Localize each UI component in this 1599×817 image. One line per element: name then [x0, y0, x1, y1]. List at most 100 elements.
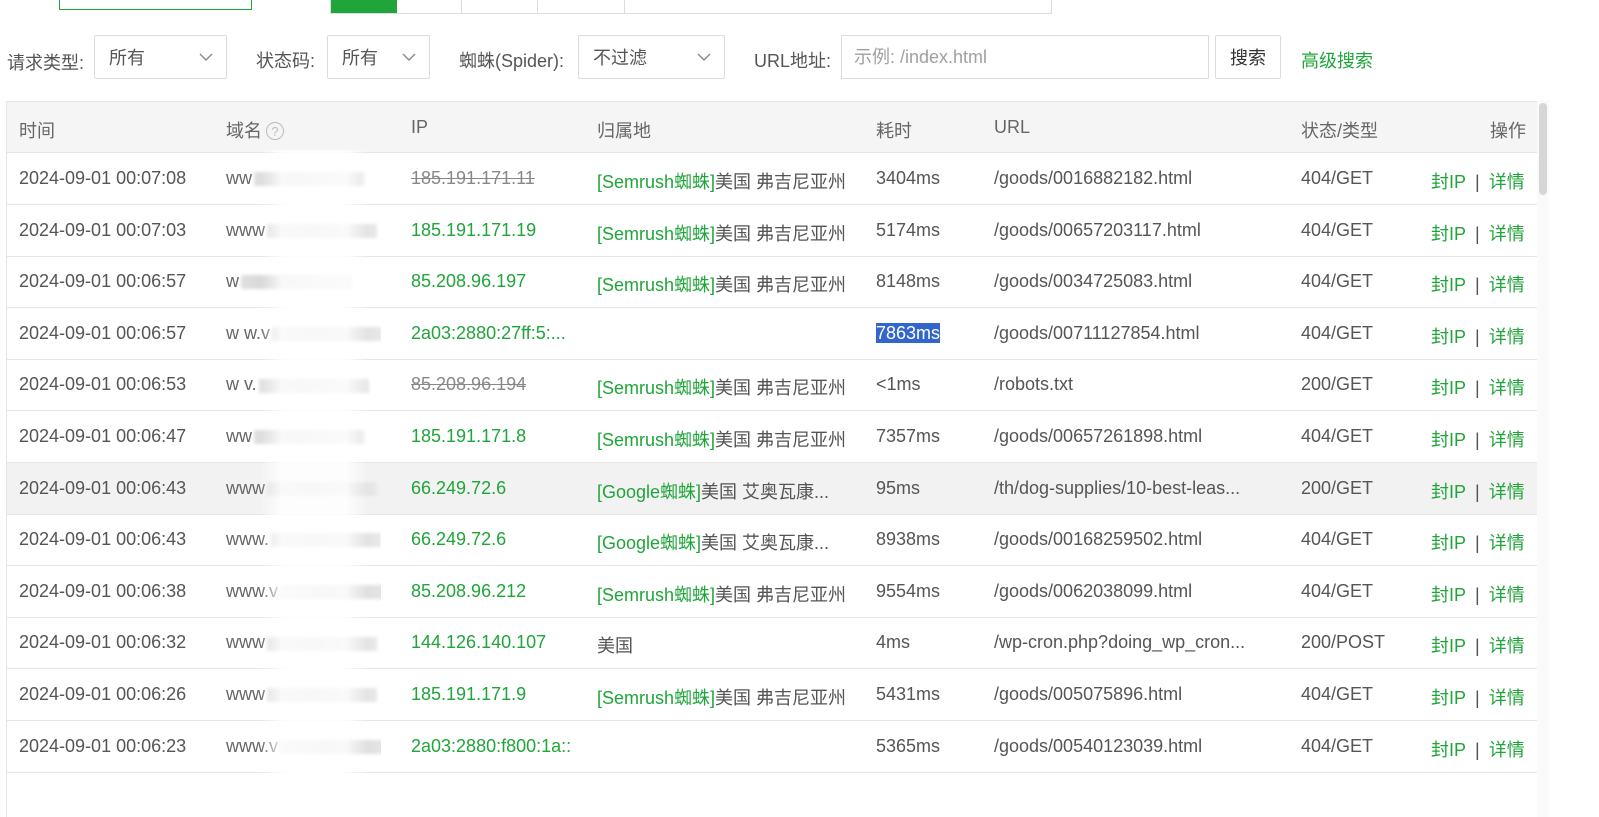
tab[interactable] [538, 0, 625, 13]
ban-ip-link[interactable]: 封IP [1431, 482, 1466, 502]
search-button[interactable]: 搜索 [1215, 35, 1281, 79]
cell-status: 404/GET [1301, 426, 1374, 446]
detail-link[interactable]: 详情 [1489, 224, 1525, 244]
cell-domain-text: www [226, 632, 265, 653]
cell-ip[interactable]: 85.208.96.194 [411, 374, 586, 395]
redacted-block [267, 481, 377, 496]
ban-ip-link[interactable]: 封IP [1431, 688, 1466, 708]
header-ops: 操作 [1490, 121, 1526, 141]
spider-select[interactable]: 不过滤 [578, 35, 725, 79]
detail-link[interactable]: 详情 [1489, 533, 1525, 553]
table-row[interactable]: 2024-09-01 00:06:57 w 85.208.96.197 [Semrus… [7, 256, 1538, 309]
table-row[interactable]: 2024-09-01 00:06:26 www 185.191.171.9 [Semr… [7, 669, 1538, 721]
detail-link[interactable]: 详情 [1489, 327, 1525, 347]
detail-link[interactable]: 详情 [1489, 275, 1525, 295]
cell-ip[interactable]: 185.191.171.11 [411, 168, 586, 189]
table-row[interactable]: 2024-09-01 00:06:38 www.v 85.208.96.212 [Se… [7, 566, 1538, 618]
detail-link[interactable]: 详情 [1489, 430, 1525, 450]
cell-cost: <1ms [876, 374, 921, 395]
log-table: 时间 域名? IP 归属地 耗时 URL 状态/类型 操作 2024-09-01… [6, 101, 1549, 817]
status-code-select[interactable]: 所有 [327, 35, 430, 79]
ban-ip-link[interactable]: 封IP [1431, 275, 1466, 295]
table-row[interactable]: 2024-09-01 00:06:47 ww 185.191.171.8 [Semru… [7, 411, 1538, 463]
cell-ip[interactable]: 2a03:2880:27ff:5:... [411, 323, 586, 344]
request-type-label: 请求类型: [7, 53, 85, 73]
tab-active[interactable] [331, 0, 397, 13]
detail-link[interactable]: 详情 [1489, 740, 1525, 760]
advanced-search-link[interactable]: 高级搜索 [1301, 47, 1373, 73]
cost-text: 4ms [876, 632, 911, 653]
cell-ip[interactable]: 85.208.96.212 [411, 581, 586, 602]
cell-ip[interactable]: 2a03:2880:f800:1a:: [411, 736, 586, 757]
cell-domain: www. [226, 529, 381, 550]
ban-ip-link[interactable]: 封IP [1431, 636, 1466, 656]
vertical-scrollbar[interactable] [1537, 101, 1549, 817]
table-row[interactable]: 2024-09-01 00:06:57 w w.v 2a03:2880:27ff:5… [7, 308, 1538, 360]
url-search-input[interactable] [841, 35, 1209, 79]
cell-ip[interactable]: 185.191.171.9 [411, 684, 586, 705]
ops-separator: | [1475, 688, 1480, 708]
table-row[interactable]: 2024-09-01 00:06:43 www 66.249.72.6 [Google… [7, 462, 1538, 515]
request-type-select[interactable]: 所有 [94, 35, 227, 79]
cell-domain: w [226, 271, 381, 292]
ban-ip-link[interactable]: 封IP [1431, 533, 1466, 553]
cell-cost: 8938ms [876, 529, 940, 550]
cell-ip[interactable]: 85.208.96.197 [411, 271, 586, 292]
ops-separator: | [1475, 326, 1480, 347]
detail-link[interactable]: 详情 [1489, 585, 1525, 605]
ban-ip-link[interactable]: 封IP [1431, 224, 1466, 244]
table-row[interactable]: 2024-09-01 00:07:03 www 185.191.171.19 [Sem… [7, 205, 1538, 257]
detail-link[interactable]: 详情 [1489, 482, 1525, 502]
cell-time: 2024-09-01 00:06:26 [19, 684, 187, 704]
detail-link[interactable]: 详情 [1489, 378, 1525, 398]
cost-text: <1ms [876, 374, 921, 395]
detail-link[interactable]: 详情 [1489, 636, 1525, 656]
help-icon[interactable]: ? [266, 122, 284, 140]
cell-location: [Semrush蜘蛛]美国 弗吉尼亚州 [597, 684, 852, 710]
ops-separator: | [1475, 481, 1480, 502]
header-domain: 域名? [226, 117, 284, 143]
redacted-block [267, 636, 377, 651]
cell-ip[interactable]: 185.191.171.19 [411, 220, 586, 241]
cell-time: 2024-09-01 00:07:03 [19, 219, 187, 240]
tab[interactable] [462, 0, 538, 13]
cell-time: 2024-09-01 00:06:38 [19, 580, 187, 601]
ban-ip-link[interactable]: 封IP [1431, 172, 1466, 192]
cell-ip[interactable]: 185.191.171.8 [411, 426, 586, 447]
cell-status: 404/GET [1301, 735, 1374, 756]
cell-location: [Semrush蜘蛛]美国 弗吉尼亚州 [597, 168, 852, 194]
table-row[interactable]: 2024-09-01 00:06:32 www 144.126.140.107 美国 4… [7, 617, 1538, 670]
detail-link[interactable]: 详情 [1489, 688, 1525, 708]
cell-location: [Semrush蜘蛛]美国 弗吉尼亚州 [597, 220, 852, 246]
cell-domain: w w.v [226, 323, 381, 344]
tab[interactable] [397, 0, 462, 13]
ban-ip-link[interactable]: 封IP [1431, 585, 1466, 605]
cell-ops: 封IP | 详情 [1431, 323, 1525, 349]
cell-ip[interactable]: 66.249.72.6 [411, 478, 586, 499]
cell-cost: 5431ms [876, 684, 940, 705]
location-text: 美国 弗吉尼亚州 [715, 430, 847, 450]
cost-text: 9554ms [876, 580, 941, 601]
detail-link[interactable]: 详情 [1489, 172, 1525, 192]
ops-separator: | [1475, 172, 1480, 192]
ban-ip-link[interactable]: 封IP [1431, 327, 1466, 347]
scrollbar-thumb[interactable] [1539, 103, 1547, 195]
table-row-partial[interactable] [7, 772, 1538, 817]
cell-domain: www.v [226, 736, 381, 757]
top-site-selector[interactable] [59, 0, 252, 10]
chevron-down-icon [402, 53, 416, 61]
cell-location: [Semrush蜘蛛]美国 弗吉尼亚州 [597, 271, 852, 297]
cell-url: /goods/0034725083.html [994, 271, 1193, 292]
cell-ip[interactable]: 144.126.140.107 [411, 632, 586, 653]
table-row[interactable]: 2024-09-01 00:06:53 w v. 85.208.96.194 [Sem… [7, 359, 1538, 412]
redacted-block [267, 688, 377, 703]
ban-ip-link[interactable]: 封IP [1431, 740, 1466, 760]
cell-ip[interactable]: 66.249.72.6 [411, 529, 586, 550]
cell-time: 2024-09-01 00:06:23 [19, 735, 187, 756]
cell-url: /wp-cron.php?doing_wp_cron... [994, 632, 1246, 653]
ban-ip-link[interactable]: 封IP [1431, 378, 1466, 398]
table-row[interactable]: 2024-09-01 00:07:08 ww 185.191.171.11 [Semr… [7, 153, 1538, 205]
table-row[interactable]: 2024-09-01 00:06:23 www.v 2a03:2880:f800:1… [7, 721, 1538, 773]
table-row[interactable]: 2024-09-01 00:06:43 www. 66.249.72.6 [Googl… [7, 514, 1538, 567]
ban-ip-link[interactable]: 封IP [1431, 430, 1466, 450]
